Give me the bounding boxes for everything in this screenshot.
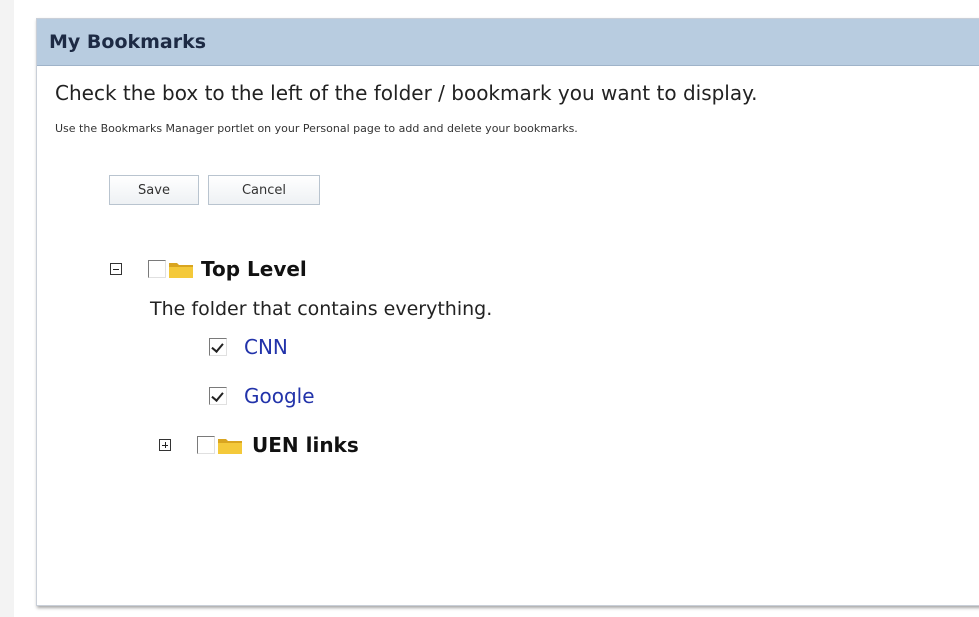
tree-row-bookmark: Google	[209, 384, 315, 408]
folder-description: The folder that contains everything.	[150, 298, 493, 320]
tree-row-top-level: Top Level	[110, 257, 307, 281]
bookmark-link-cnn[interactable]: CNN	[244, 335, 288, 359]
expand-icon[interactable]	[159, 439, 171, 451]
top-level-checkbox[interactable]	[148, 260, 166, 278]
uen-links-checkbox[interactable]	[197, 436, 215, 454]
folder-label-top-level[interactable]: Top Level	[201, 257, 307, 281]
collapse-icon[interactable]	[110, 263, 122, 275]
bookmark-link-google[interactable]: Google	[244, 384, 315, 408]
bookmarks-portlet: My Bookmarks Check the box to the left o…	[36, 18, 979, 606]
bookmark-checkbox-cnn[interactable]	[209, 338, 227, 356]
tree-row-bookmark: CNN	[209, 335, 288, 359]
sub-instructions-text: Use the Bookmarks Manager portlet on you…	[55, 122, 578, 135]
folder-icon	[169, 263, 193, 278]
folder-label-uen-links[interactable]: UEN links	[252, 433, 359, 457]
page-gutter	[0, 0, 14, 617]
instructions-text: Check the box to the left of the folder …	[55, 81, 758, 105]
folder-icon	[218, 439, 242, 454]
portlet-title: My Bookmarks	[37, 19, 979, 66]
bookmark-checkbox-google[interactable]	[209, 387, 227, 405]
tree-row-uen-links: UEN links	[159, 433, 359, 457]
save-button[interactable]: Save	[109, 175, 199, 205]
cancel-button[interactable]: Cancel	[208, 175, 320, 205]
